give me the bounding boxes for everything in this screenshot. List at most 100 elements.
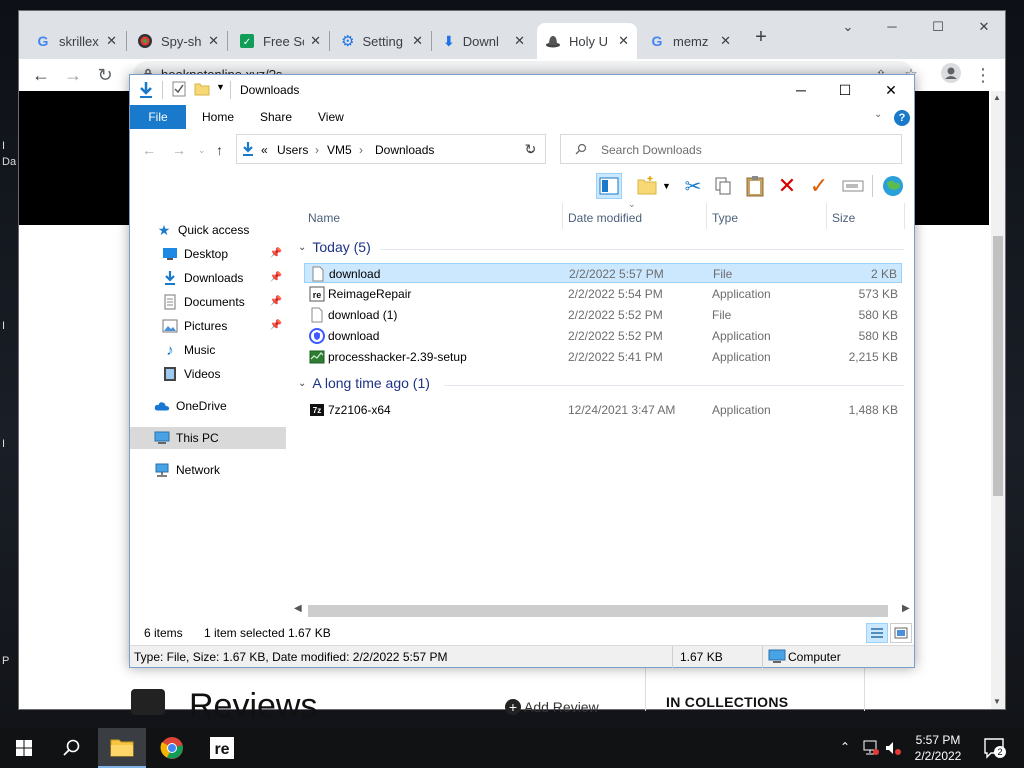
forward-arrow-icon[interactable]: → xyxy=(172,142,186,158)
tab-view[interactable]: View xyxy=(306,105,356,129)
new-item-dropdown-icon[interactable]: ▼ xyxy=(662,181,671,191)
collapse-icon[interactable]: ⌄ xyxy=(298,378,306,389)
delete-icon[interactable]: ✕ xyxy=(774,173,800,199)
group-header-long-ago[interactable]: ⌄ A long time ago (1) xyxy=(298,375,430,391)
nav-item-music[interactable]: ♪ Music xyxy=(130,339,286,361)
taskbar-file-explorer[interactable] xyxy=(98,728,146,768)
forward-arrow-icon[interactable]: → xyxy=(61,63,85,87)
table-row[interactable]: download 2/2/2022 5:52 PM Application 58… xyxy=(304,326,902,346)
breadcrumb-separator[interactable]: › xyxy=(359,143,363,157)
column-header-date[interactable]: Date modified xyxy=(568,207,642,229)
scroll-right-icon[interactable]: ▶ xyxy=(902,603,910,614)
table-row[interactable]: re ReimageRepair 2/2/2022 5:54 PM Applic… xyxy=(304,284,902,304)
recent-locations-icon[interactable]: ⌄ xyxy=(198,145,206,156)
desktop-icon-fragment[interactable]: I xyxy=(2,438,5,450)
back-arrow-icon[interactable]: ← xyxy=(142,142,156,158)
close-tab-icon[interactable]: ✕ xyxy=(618,33,629,49)
reload-icon[interactable]: ↻ xyxy=(93,63,117,87)
desktop-icon-fragment[interactable]: P xyxy=(2,655,9,667)
browser-close-button[interactable]: ✕ xyxy=(961,17,1007,37)
action-center-button[interactable]: 2 xyxy=(982,736,1006,760)
browser-tab-4[interactable]: ⬇ Downl ✕ xyxy=(435,23,533,59)
nav-item-quick-access[interactable]: ★ Quick access xyxy=(130,219,286,241)
column-divider[interactable] xyxy=(904,203,905,229)
start-button[interactable] xyxy=(0,728,48,768)
pin-icon[interactable]: 📌 xyxy=(270,248,282,259)
pin-icon[interactable]: 📌 xyxy=(270,272,282,283)
breadcrumb-vm5[interactable]: VM5 xyxy=(327,143,352,157)
close-tab-icon[interactable]: ✕ xyxy=(720,33,731,49)
desktop-icon-fragment[interactable]: Da xyxy=(2,156,16,168)
scroll-thumb[interactable] xyxy=(993,236,1003,496)
browser-tab-1[interactable]: Spy-sh ✕ xyxy=(129,23,227,59)
scroll-left-icon[interactable]: ◀ xyxy=(294,603,302,614)
details-view-button[interactable] xyxy=(866,623,888,643)
column-divider[interactable] xyxy=(562,203,563,229)
explorer-minimize-button[interactable]: ─ xyxy=(778,79,824,101)
tab-home[interactable]: Home xyxy=(190,105,246,129)
preview-pane-icon[interactable] xyxy=(596,173,622,199)
explorer-close-button[interactable]: ✕ xyxy=(868,79,914,101)
scroll-down-icon[interactable]: ▼ xyxy=(993,697,1001,706)
volume-muted-icon[interactable] xyxy=(884,740,902,756)
new-item-icon[interactable] xyxy=(634,173,660,199)
show-hidden-icons-icon[interactable]: ⌃ xyxy=(840,740,850,754)
table-row[interactable]: download (1) 2/2/2022 5:52 PM File 580 K… xyxy=(304,305,902,325)
close-tab-icon[interactable]: ✕ xyxy=(412,33,423,49)
breadcrumb[interactable]: « Users › VM5 › Downloads ⌄ xyxy=(236,134,546,164)
search-button[interactable] xyxy=(48,728,96,768)
close-tab-icon[interactable]: ✕ xyxy=(208,33,219,49)
copy-icon[interactable] xyxy=(710,173,736,199)
column-header-name[interactable]: Name xyxy=(308,207,340,229)
network-icon[interactable] xyxy=(862,740,880,756)
nav-item-downloads[interactable]: Downloads 📌 xyxy=(130,267,286,289)
customize-toolbar-icon[interactable]: ▼ xyxy=(216,82,225,92)
collapse-icon[interactable]: ⌄ xyxy=(298,242,306,253)
column-header-size[interactable]: Size xyxy=(832,207,855,229)
breadcrumb-overflow[interactable]: « xyxy=(261,143,268,157)
close-tab-icon[interactable]: ✕ xyxy=(514,33,525,49)
group-header-today[interactable]: ⌄ Today (5) xyxy=(298,239,371,255)
breadcrumb-separator[interactable]: › xyxy=(315,143,319,157)
refresh-button[interactable]: ↻ xyxy=(516,134,546,164)
scroll-thumb[interactable] xyxy=(308,605,888,617)
desktop-icon-fragment[interactable]: I xyxy=(2,320,5,332)
nav-item-pictures[interactable]: Pictures 📌 xyxy=(130,315,286,337)
pin-icon[interactable]: 📌 xyxy=(270,320,282,331)
tab-search-icon[interactable]: ⌄ xyxy=(825,17,871,37)
browser-tab-6[interactable]: G memz ✕ xyxy=(641,23,739,59)
expand-ribbon-icon[interactable]: ⌄ xyxy=(874,109,882,120)
nav-item-onedrive[interactable]: OneDrive xyxy=(130,395,286,417)
profile-avatar[interactable] xyxy=(939,63,963,87)
browser-tab-3[interactable]: ⚙ Setting ✕ xyxy=(333,23,431,59)
desktop-icon-fragment[interactable]: I xyxy=(2,140,5,152)
paste-icon[interactable] xyxy=(742,173,768,199)
properties-icon[interactable] xyxy=(172,81,186,97)
browser-tab-0[interactable]: G skrillex ✕ xyxy=(27,23,125,59)
nav-item-documents[interactable]: Documents 📌 xyxy=(130,291,286,313)
horizontal-scrollbar[interactable]: ◀ ▶ xyxy=(294,603,914,619)
help-button[interactable]: ? xyxy=(894,110,910,126)
cut-icon[interactable]: ✂ xyxy=(680,173,706,199)
column-divider[interactable] xyxy=(826,203,827,229)
large-icons-view-button[interactable] xyxy=(890,623,912,643)
menu-dots-icon[interactable]: ⋮ xyxy=(971,63,995,87)
tab-share[interactable]: Share xyxy=(248,105,304,129)
download-arrow-icon[interactable] xyxy=(138,81,154,99)
new-tab-button[interactable]: + xyxy=(749,25,773,49)
browser-maximize-button[interactable]: ☐ xyxy=(915,17,961,37)
globe-icon[interactable] xyxy=(880,173,906,199)
taskbar-reimage[interactable]: re xyxy=(198,728,246,768)
browser-tab-5[interactable]: Holy U ✕ xyxy=(537,23,637,59)
breadcrumb-downloads[interactable]: Downloads xyxy=(375,143,434,157)
nav-item-videos[interactable]: Videos xyxy=(130,363,286,385)
system-clock[interactable]: 5:57 PM 2/2/2022 xyxy=(906,732,970,764)
browser-minimize-button[interactable]: ─ xyxy=(869,17,915,37)
column-header-type[interactable]: Type xyxy=(712,207,738,229)
back-arrow-icon[interactable]: ← xyxy=(29,63,53,87)
pin-icon[interactable]: 📌 xyxy=(270,296,282,307)
close-tab-icon[interactable]: ✕ xyxy=(310,33,321,49)
checkmark-icon[interactable]: ✓ xyxy=(806,173,832,199)
breadcrumb-users[interactable]: Users xyxy=(277,143,308,157)
new-folder-icon[interactable] xyxy=(194,81,210,97)
